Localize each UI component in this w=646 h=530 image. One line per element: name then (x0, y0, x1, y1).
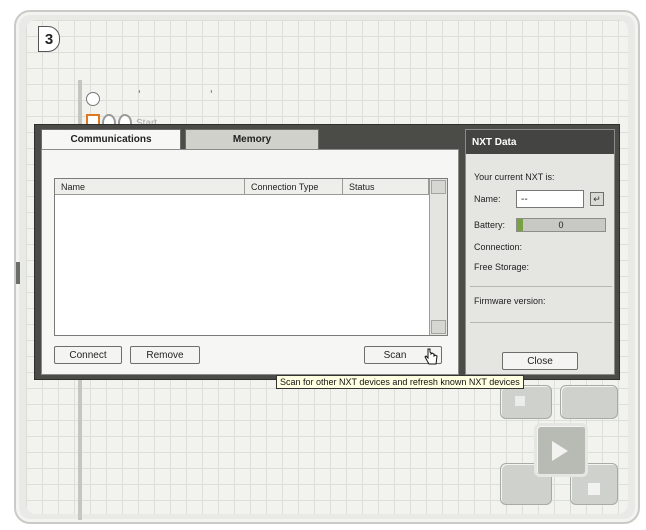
device-list-scrollbar[interactable] (429, 179, 447, 335)
current-nxt-label: Your current NXT is: (474, 172, 555, 182)
nxt-data-panel: NXT Data Your current NXT is: Name: -- ↵… (465, 129, 615, 375)
download-icon (515, 396, 525, 406)
device-list[interactable]: Name Connection Type Status (54, 178, 448, 336)
connect-button[interactable]: Connect (54, 346, 122, 364)
battery-value: 0 (558, 220, 564, 230)
battery-level-bar: 0 (516, 218, 606, 232)
start-point-icon[interactable] (86, 92, 100, 106)
nxt-name-field[interactable]: -- (516, 190, 584, 208)
nxt-controller-pad (500, 385, 626, 515)
scroll-up-arrow-icon[interactable] (431, 180, 446, 194)
name-label: Name: (474, 194, 501, 204)
column-header-name[interactable]: Name (55, 179, 245, 195)
connection-label: Connection: (474, 242, 523, 252)
nxt-data-title: NXT Data (466, 130, 614, 154)
canvas-left-marker (16, 262, 20, 284)
free-storage-label: Free Storage: (474, 262, 530, 272)
communications-panel: Name Connection Type Status Connect Remo… (41, 149, 459, 375)
column-header-status[interactable]: Status (343, 179, 429, 195)
tab-memory[interactable]: Memory (185, 129, 319, 149)
step-number-badge: 3 (38, 26, 60, 52)
wire-mark-icon: ʼ (138, 88, 141, 102)
play-icon (552, 441, 568, 461)
pad-button-top-right[interactable] (560, 385, 618, 419)
stop-icon (588, 483, 600, 495)
scroll-down-arrow-icon[interactable] (431, 320, 446, 334)
close-button[interactable]: Close (502, 352, 578, 370)
firmware-version-label: Firmware version: (474, 296, 546, 306)
wire-mark-icon: ʽ (210, 88, 213, 102)
hand-cursor-icon (424, 348, 438, 365)
divider (470, 286, 612, 287)
scan-tooltip: Scan for other NXT devices and refresh k… (276, 375, 524, 389)
pad-button-top-left[interactable] (500, 385, 552, 419)
column-header-connection-type[interactable]: Connection Type (245, 179, 343, 195)
battery-label: Battery: (474, 220, 506, 230)
enter-icon[interactable]: ↵ (590, 192, 604, 206)
divider (470, 322, 612, 323)
tab-communications[interactable]: Communications (41, 129, 181, 149)
nxt-window-dialog: Communications Memory Name Connection Ty… (34, 124, 620, 380)
remove-button[interactable]: Remove (130, 346, 200, 364)
scan-button-label: Scan (383, 349, 407, 361)
